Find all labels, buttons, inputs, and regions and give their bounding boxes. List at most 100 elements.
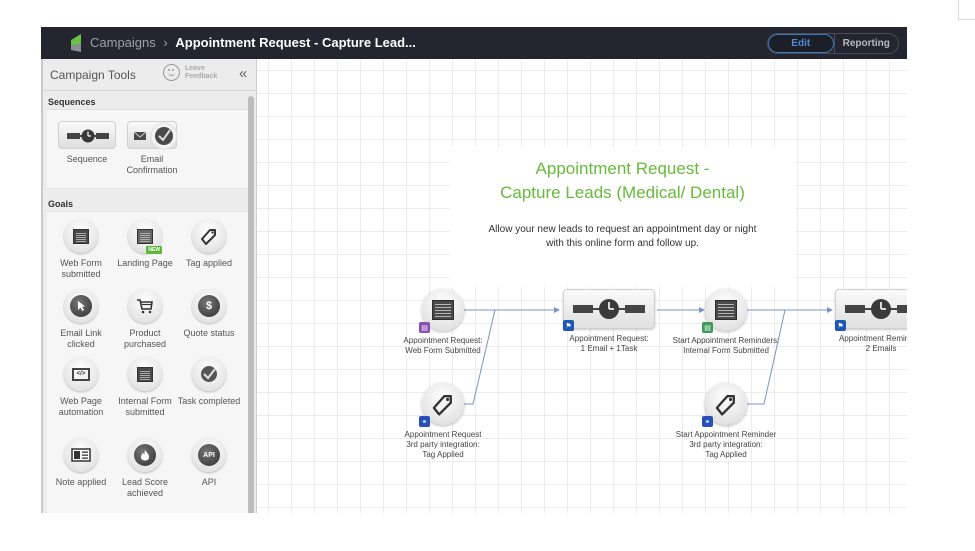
node-label-line: Web Form Submitted (405, 346, 481, 355)
sidebar-title: Campaign Tools (50, 68, 136, 82)
note-card-icon (71, 448, 91, 462)
goal-tag-applied[interactable]: Tag applied (176, 219, 242, 269)
goal-label: Web Page automation (58, 396, 104, 417)
web-form-icon (432, 300, 454, 320)
email-check-icon (133, 122, 178, 150)
form-badge-icon: ▤ (419, 322, 430, 333)
goal-landing-page[interactable]: NEW Landing Page (112, 219, 178, 269)
sequences-section: Sequence Email Confirmation (47, 109, 248, 189)
node-label-line: Appointment Request: (403, 336, 483, 345)
sidebar-header: Campaign Tools Leave Feedback « (43, 59, 256, 91)
task-check-icon (201, 366, 217, 382)
node-label-line: Appointment Request (404, 430, 482, 439)
landing-page-icon (137, 228, 153, 244)
goal-label: Task completed (177, 396, 241, 406)
goal-lead-score-achieved[interactable]: Lead Score achieved (112, 438, 178, 499)
node-sequence-2-emails[interactable]: ⚑ Appointment Reminder: 2 Emails (826, 289, 907, 354)
goal-label: Product purchased (123, 328, 167, 349)
goal-task-completed[interactable]: Task completed (176, 357, 242, 407)
breadcrumb-separator: › (163, 35, 168, 50)
tag-icon (201, 229, 216, 245)
goal-email-link-clicked[interactable]: Email Link clicked (48, 289, 114, 350)
smiley-icon (163, 64, 180, 81)
goal-label: Lead Score achieved (121, 477, 169, 498)
node-tag-applied-1[interactable]: ⚭ Appointment Request 3rd party integrat… (383, 383, 503, 460)
api-icon: API (198, 444, 220, 466)
breadcrumb-current-campaign: Appointment Request - Capture Lead... (175, 35, 416, 50)
goal-api[interactable]: API API (176, 438, 242, 488)
flag-badge-icon: ⚑ (563, 320, 574, 331)
goal-web-form-submitted[interactable]: Web Form submitted (48, 219, 114, 280)
tool-email-confirmation[interactable]: Email Confirmation (121, 121, 183, 176)
node-label-line: Appointment Reminder: (838, 334, 907, 343)
cart-icon (137, 299, 153, 314)
goal-quote-status[interactable]: $ Quote status (176, 289, 242, 339)
app-logo-icon (71, 34, 81, 52)
campaign-title: Appointment Request - Capture Leads (Med… (500, 159, 745, 202)
goal-product-purchased[interactable]: Product purchased (112, 289, 178, 350)
goal-label: Quote status (183, 328, 235, 338)
new-badge: NEW (146, 246, 162, 254)
node-label-line: 1 Email + 1Task (580, 344, 638, 353)
tag-icon (715, 395, 735, 416)
dollar-icon: $ (198, 295, 220, 317)
campaign-description: Allow your new leads to request an appoi… (488, 224, 757, 249)
leave-feedback-button[interactable]: Leave Feedback (163, 64, 217, 81)
node-tag-applied-2[interactable]: ⚭ Start Appointment Reminder 3rd party i… (666, 383, 786, 460)
goal-web-page-automation[interactable]: </> Web Page automation (48, 357, 114, 418)
campaign-title-card[interactable]: Appointment Request - Capture Leads (Med… (450, 147, 795, 287)
sequences-heading: Sequences (48, 97, 96, 107)
sequence-clock-icon (67, 129, 109, 143)
goal-label: Tag applied (185, 258, 233, 268)
goal-label: Note applied (55, 477, 107, 487)
feedback-label-line2: Feedback (185, 72, 218, 80)
goal-label: Web Form submitted (60, 258, 102, 279)
sequence-clock-icon (573, 299, 645, 319)
code-icon: </> (72, 367, 90, 381)
goals-section: Web Form submitted NEW Landing Page Tag … (47, 211, 248, 513)
integration-badge-icon: ⚭ (419, 416, 430, 427)
goals-heading: Goals (48, 199, 74, 209)
node-label-line: Appointment Request: (569, 334, 649, 343)
goal-internal-form-submitted[interactable]: Internal Form submitted (112, 357, 178, 418)
breadcrumb-campaigns-link[interactable]: Campaigns (90, 35, 156, 50)
goal-note-applied[interactable]: Note applied (48, 438, 114, 488)
sidebar-scrollbar[interactable] (248, 96, 254, 513)
node-internal-form-submitted[interactable]: ▤ Start Appointment Reminders: Internal … (671, 289, 781, 356)
goal-label: Email Link clicked (60, 328, 102, 349)
node-label-line: 2 Emails (865, 344, 897, 353)
edit-mode-button[interactable]: Edit (768, 34, 834, 53)
node-label-line: Start Appointment Reminders: (672, 336, 780, 345)
breadcrumb: Campaigns › Appointment Request - Captur… (90, 35, 416, 50)
node-label-line: 3rd party integration: (689, 440, 763, 449)
tool-sequence[interactable]: Sequence (57, 121, 117, 165)
node-label-line: Internal Form Submitted (683, 346, 769, 355)
goal-label: Internal Form submitted (118, 396, 172, 417)
integration-badge-icon: ⚭ (702, 416, 713, 427)
feedback-label-line1: Leave (185, 64, 205, 72)
internal-form-badge-icon: ▤ (702, 322, 713, 333)
campaign-canvas[interactable]: Appointment Request - Capture Leads (Med… (257, 59, 907, 513)
node-sequence-1-email-1-task[interactable]: ⚑ Appointment Request: 1 Email + 1Task (554, 289, 664, 354)
node-label-line: Tag Applied (422, 450, 464, 459)
cursor-icon (70, 295, 92, 317)
goal-label: Landing Page (117, 258, 173, 268)
tool-label: Email Confirmation (126, 154, 178, 175)
reporting-mode-button[interactable]: Reporting (833, 34, 899, 53)
node-label-line: 3rd party integration: (406, 440, 480, 449)
campaign-builder-app: Campaigns › Appointment Request - Captur… (41, 27, 907, 513)
window-corner-marker (958, 0, 975, 20)
node-web-form-submitted[interactable]: ▤ Appointment Request: Web Form Submitte… (388, 289, 498, 356)
mode-toggle: Edit Reporting (767, 33, 899, 54)
campaign-tools-sidebar: Campaign Tools Leave Feedback « Sequence… (41, 59, 257, 513)
tag-icon (432, 395, 452, 416)
sequence-clock-icon (845, 299, 907, 319)
flame-icon (134, 444, 156, 466)
node-label-line: Start Appointment Reminder (675, 430, 777, 439)
top-bar: Campaigns › Appointment Request - Captur… (41, 27, 907, 59)
internal-form-icon (715, 300, 737, 320)
tool-label: Sequence (66, 154, 108, 164)
goal-label: API (201, 477, 217, 487)
collapse-sidebar-icon[interactable]: « (239, 65, 247, 82)
web-form-icon (73, 228, 89, 244)
